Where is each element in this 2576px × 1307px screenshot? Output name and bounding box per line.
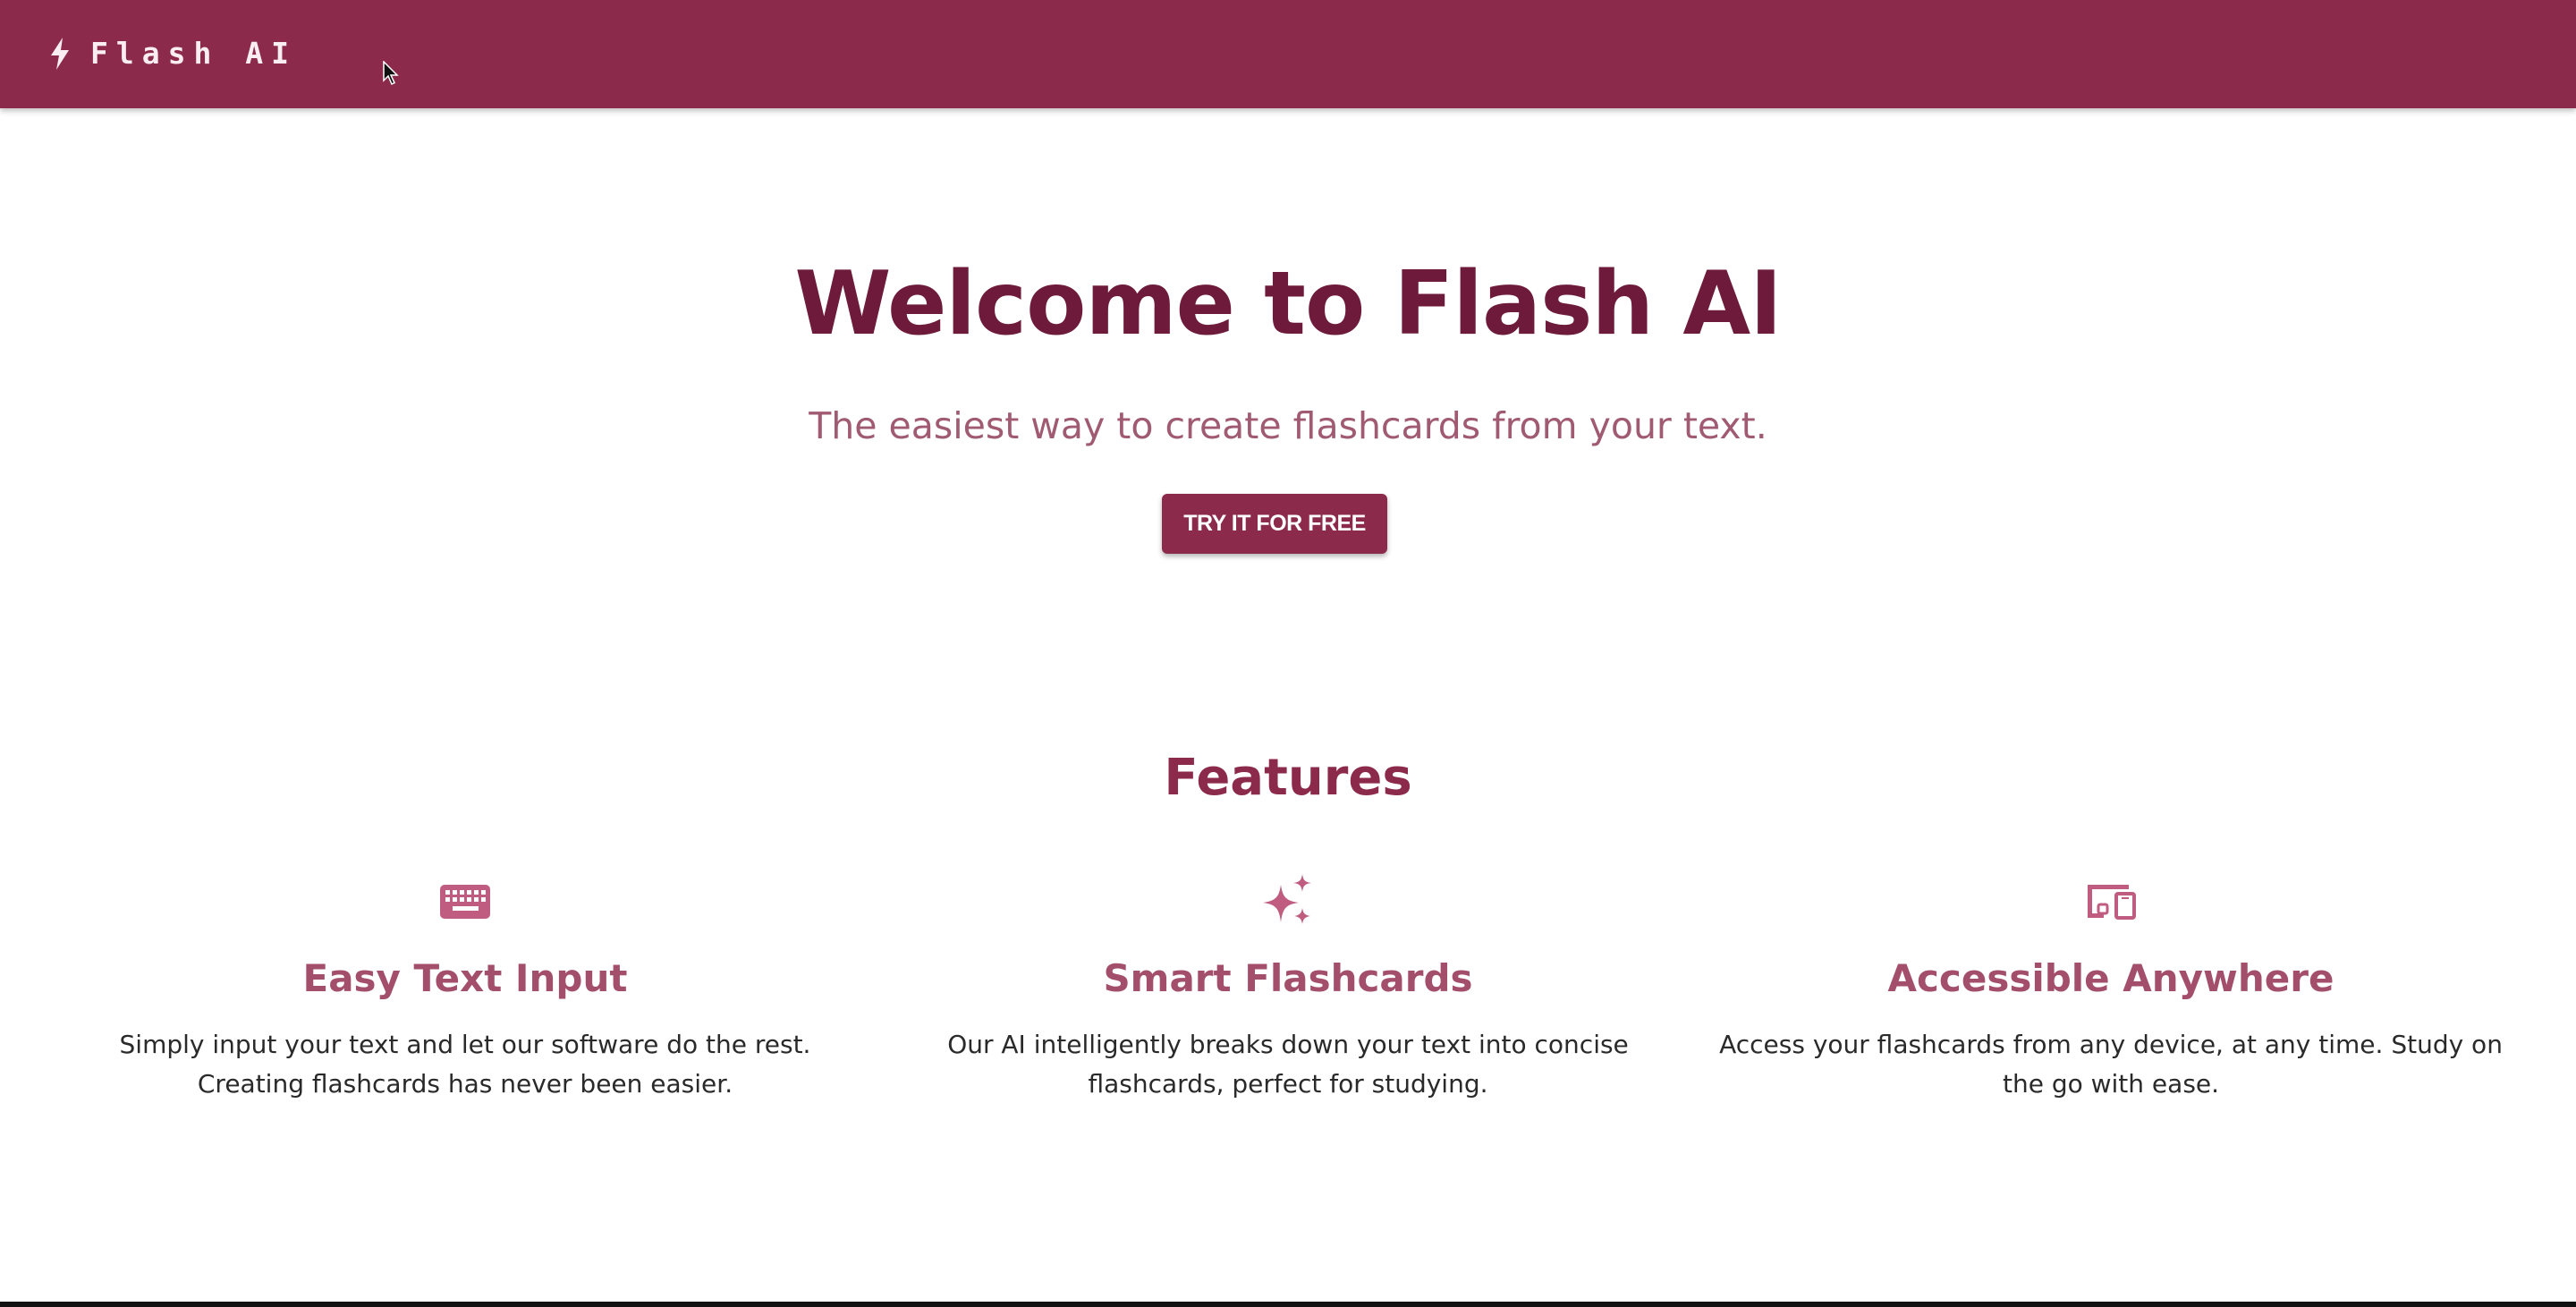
hero-subtitle: The easiest way to create flashcards fro… <box>809 404 1767 447</box>
devices-icon <box>2088 885 2136 920</box>
feature-card-easy-text-input: Easy Text Input Simply input your text a… <box>72 872 859 1104</box>
try-it-for-free-button[interactable]: TRY IT FOR FREE <box>1162 494 1387 554</box>
feature-description: Access your flashcards from any device, … <box>1719 1030 2503 1099</box>
features-heading: Features <box>1164 749 1412 807</box>
bolt-icon <box>51 37 69 70</box>
feature-card-smart-flashcards: Smart Flashcards Our AI intelligently br… <box>894 872 1682 1104</box>
brand[interactable]: Flash AI <box>49 0 297 108</box>
sparkles-icon <box>1263 874 1311 924</box>
page: Flash AI Welcome to Flash AI The easiest… <box>0 0 2576 1307</box>
hero-title: Welcome to Flash AI <box>794 253 1782 355</box>
feature-description: Our AI intelligently breaks down your te… <box>947 1030 1629 1099</box>
feature-card-accessible-anywhere: Accessible Anywhere Access your flashcar… <box>1717 872 2504 1104</box>
window-bottom-edge <box>0 1302 2576 1307</box>
feature-title: Accessible Anywhere <box>1887 956 2334 1000</box>
app-bar: Flash AI <box>0 0 2576 108</box>
keyboard-icon <box>440 885 490 919</box>
feature-title: Easy Text Input <box>302 956 628 1000</box>
feature-description: Simply input your text and let our softw… <box>119 1030 811 1099</box>
app-title: Flash AI <box>90 36 297 71</box>
feature-title: Smart Flashcards <box>1103 956 1473 1000</box>
mouse-cursor-icon <box>383 61 399 86</box>
